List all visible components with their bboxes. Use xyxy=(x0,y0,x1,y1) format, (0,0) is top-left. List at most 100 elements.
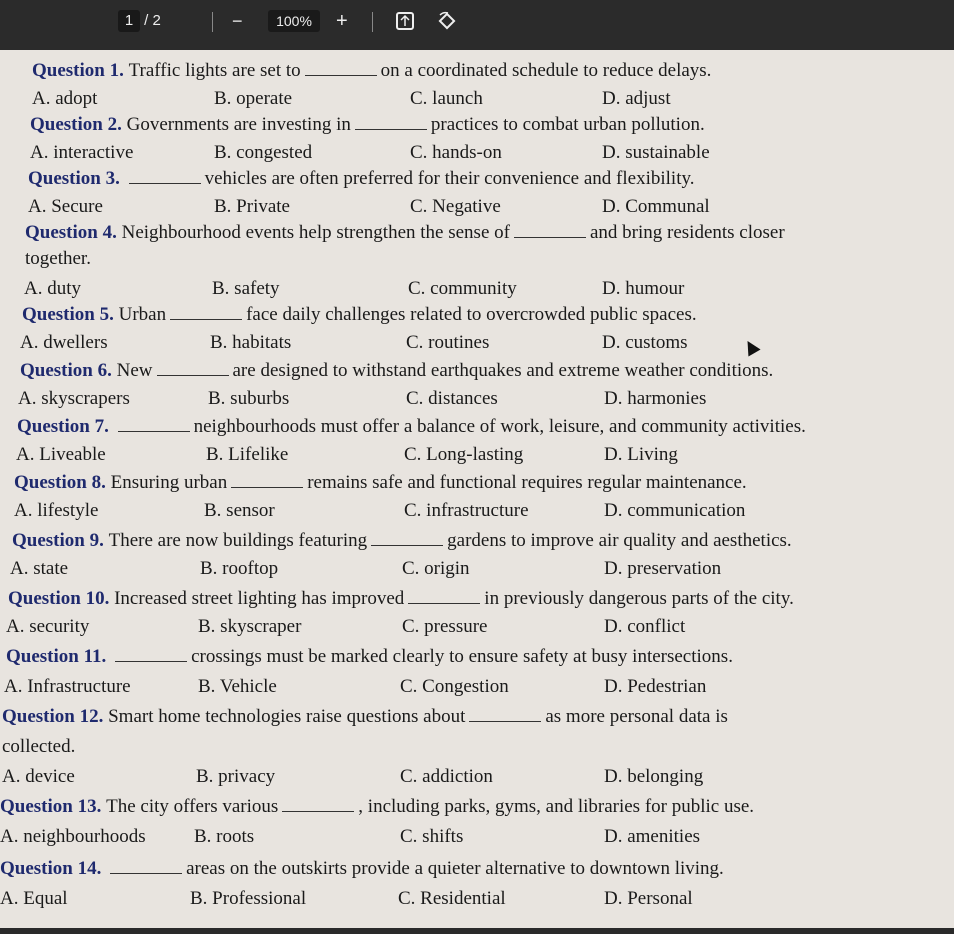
divider xyxy=(212,12,213,32)
question-text: neighbourhoods must offer a balance of w… xyxy=(193,416,806,437)
answer-blank xyxy=(354,129,427,130)
question-text: Governments are investing in xyxy=(126,114,351,135)
answer-option: C. pressure xyxy=(402,616,488,637)
question-text: Increased street lighting has improved xyxy=(114,588,405,609)
answer-option: A. skyscrapers xyxy=(18,388,130,409)
question-text: Ensuring urban xyxy=(110,472,228,493)
answer-blank xyxy=(170,319,243,320)
answer-option: B. Lifelike xyxy=(206,444,289,465)
answer-option: C. Negative xyxy=(410,196,501,217)
question-text-continued: together. xyxy=(25,248,91,269)
question-line: Question 8. Ensuring urban remains safe a… xyxy=(14,472,954,494)
answer-blank xyxy=(469,721,542,722)
fit-page-icon[interactable] xyxy=(394,10,416,32)
question-number: Question 13. xyxy=(0,796,107,817)
question-line: Question 11. crossings must be marked cl… xyxy=(6,646,954,668)
answer-option: D. Pedestrian xyxy=(604,676,707,697)
zoom-in-button[interactable]: + xyxy=(336,10,348,32)
question-text: , including parks, gyms, and libraries f… xyxy=(358,796,755,817)
answer-blank xyxy=(408,603,481,604)
answer-option: B. Private xyxy=(214,196,290,217)
answer-option: D. amenities xyxy=(604,826,701,847)
answer-option: C. Congestion xyxy=(400,676,509,697)
answer-option: B. operate xyxy=(214,88,293,109)
page-separator: / xyxy=(144,12,149,29)
answer-blank xyxy=(282,811,355,812)
question-number: Question 4. xyxy=(25,222,122,243)
answer-option: D. Personal xyxy=(604,888,693,909)
question-line: Question 9. There are now buildings feat… xyxy=(12,530,954,552)
question-text: are designed to withstand earthquakes an… xyxy=(232,360,774,381)
answer-option: C. Residential xyxy=(398,888,506,909)
answer-option: B. privacy xyxy=(196,766,276,787)
answer-option: C. addiction xyxy=(400,766,493,787)
question-number: Question 1. xyxy=(32,60,129,81)
answer-option: D. humour xyxy=(602,278,685,299)
answer-option: B. rooftop xyxy=(200,558,279,579)
question-text: gardens to improve air quality and aesth… xyxy=(447,530,792,551)
question-line: Question 7. neighbourhoods must offer a … xyxy=(17,416,954,438)
answer-option: D. adjust xyxy=(602,88,671,109)
question-number: Question 8. xyxy=(14,472,111,493)
question-line: Question 2. Governments are investing in… xyxy=(30,114,954,136)
answer-option: A. Secure xyxy=(28,196,103,217)
question-line: Question 13. The city offers various , in… xyxy=(0,796,954,818)
answer-option: A. state xyxy=(10,558,69,579)
question-number: Question 11. xyxy=(6,646,112,667)
question-text: crossings must be marked clearly to ensu… xyxy=(191,646,733,667)
answer-option: B. sensor xyxy=(204,500,275,521)
answer-option: C. shifts xyxy=(400,826,464,847)
question-line: Question 10. Increased street lighting h… xyxy=(8,588,954,610)
page-indicator[interactable]: 1 / 2 xyxy=(118,10,186,32)
question-text: on a coordinated schedule to reduce dela… xyxy=(380,60,712,81)
page-current[interactable]: 1 xyxy=(118,10,140,32)
question-number: Question 6. xyxy=(20,360,117,381)
page-total: 2 xyxy=(152,12,161,29)
answer-option: C. community xyxy=(408,278,517,299)
answer-option: B. Professional xyxy=(190,888,307,909)
question-number: Question 3. xyxy=(28,168,125,189)
answer-option: A. duty xyxy=(24,278,81,299)
question-text: vehicles are often preferred for their c… xyxy=(204,168,695,189)
answer-blank xyxy=(115,661,188,662)
answer-blank xyxy=(110,873,183,874)
question-number: Question 10. xyxy=(8,588,115,609)
answer-option: D. harmonies xyxy=(604,388,707,409)
answer-option: B. suburbs xyxy=(208,388,290,409)
question-text: There are now buildings featuring xyxy=(108,530,368,551)
answer-option: D. conflict xyxy=(604,616,686,637)
answer-option: D. Living xyxy=(604,444,678,465)
question-text: Neighbourhood events help strengthen the… xyxy=(121,222,510,243)
answer-option: D. communication xyxy=(604,500,746,521)
question-line: Question 12. Smart home technologies rai… xyxy=(2,706,954,728)
rotate-icon[interactable] xyxy=(436,10,458,32)
answer-blank xyxy=(117,431,190,432)
answer-option: A. Infrastructure xyxy=(4,676,131,697)
answer-option: A. dwellers xyxy=(20,332,108,353)
answer-blank xyxy=(304,75,377,76)
answer-blank xyxy=(156,375,229,376)
answer-option: B. habitats xyxy=(210,332,292,353)
question-text: remains safe and functional requires reg… xyxy=(307,472,747,493)
answer-option: C. hands-on xyxy=(410,142,502,163)
question-number: Question 9. xyxy=(12,530,109,551)
zoom-out-button[interactable]: − xyxy=(232,10,243,32)
question-line: Question 14. areas on the outskirts prov… xyxy=(0,858,954,880)
answer-option: B. skyscraper xyxy=(198,616,302,637)
question-text: as more personal data is xyxy=(545,706,728,727)
answer-option: A. device xyxy=(2,766,75,787)
answer-option: B. safety xyxy=(212,278,280,299)
answer-option: D. preservation xyxy=(604,558,722,579)
question-text: and bring residents closer xyxy=(589,222,785,243)
question-line: Question 3. vehicles are often preferred… xyxy=(28,168,954,190)
question-line: Question 1. Traffic lights are set to on … xyxy=(32,60,954,82)
question-number: Question 5. xyxy=(22,304,119,325)
answer-option: C. origin xyxy=(402,558,470,579)
answer-option: D. sustainable xyxy=(602,142,710,163)
answer-option: C. routines xyxy=(406,332,490,353)
answer-option: A. Liveable xyxy=(16,444,106,465)
question-line: Question 5. Urban face daily challenges r… xyxy=(22,304,954,326)
answer-option: C. distances xyxy=(406,388,498,409)
answer-blank xyxy=(231,487,304,488)
zoom-level[interactable]: 100% xyxy=(268,10,320,32)
